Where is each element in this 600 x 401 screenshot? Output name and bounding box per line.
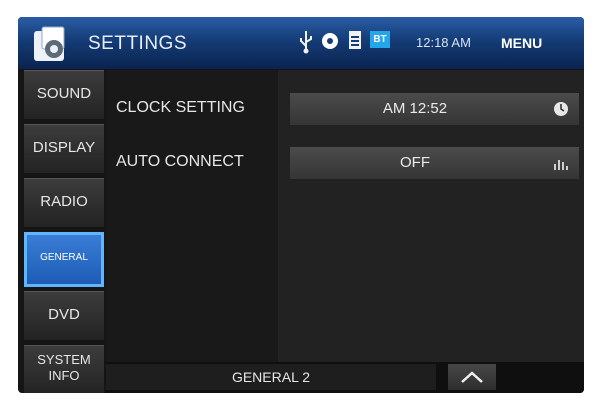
sidebar-item-label: SYSTEM — [37, 352, 91, 367]
page-footer: GENERAL 2 — [106, 362, 584, 393]
chevron-up-icon — [461, 371, 483, 383]
header-bar: SETTINGS BT 12:18 AM MENU — [18, 17, 584, 69]
sidebar-item-display[interactable]: DISPLAY — [24, 124, 104, 173]
settings-screen: SETTINGS BT 12:18 AM MENU SOUND DISPLAY … — [18, 17, 584, 393]
clock-display: 12:18 AM — [416, 35, 471, 50]
clock-setting-label: CLOCK SETTING — [116, 99, 245, 116]
sidebar-item-radio[interactable]: RADIO — [24, 178, 104, 227]
usb-icon — [300, 31, 312, 54]
clock-setting-field[interactable]: AM 12:52 — [290, 93, 579, 125]
sidebar-item-dvd[interactable]: DVD — [24, 291, 104, 340]
auto-connect-field[interactable]: OFF — [290, 147, 579, 179]
document-icon — [349, 31, 361, 49]
page-up-button[interactable] — [448, 364, 496, 390]
page-label: GENERAL 2 — [231, 369, 311, 385]
sidebar-item-label: GENERAL — [40, 252, 88, 263]
settings-sidebar: SOUND DISPLAY RADIO GENERAL DVD SYSTEM I… — [24, 70, 104, 393]
disc-icon — [322, 33, 338, 49]
sidebar-item-system-info[interactable]: SYSTEM INFO — [24, 345, 104, 393]
sidebar-item-label: INFO — [48, 368, 80, 383]
settings-content: CLOCK SETTING AM 12:52 AUTO CONNECT OFF — [106, 70, 584, 362]
equalizer-icon — [554, 160, 568, 170]
bluetooth-icon: BT — [370, 31, 390, 48]
clock-icon — [554, 102, 568, 116]
sidebar-item-label: RADIO — [40, 193, 88, 210]
page-label-box: GENERAL 2 — [106, 364, 436, 390]
sidebar-item-label: SOUND — [36, 85, 92, 102]
sidebar-item-general[interactable]: GENERAL — [24, 232, 104, 287]
page-title: SETTINGS — [88, 33, 188, 54]
settings-app-icon — [34, 26, 65, 61]
sidebar-item-label: DISPLAY — [32, 139, 96, 156]
clock-setting-value: AM 12:52 — [382, 100, 448, 117]
sidebar-item-sound[interactable]: SOUND — [24, 70, 104, 119]
auto-connect-label: AUTO CONNECT — [116, 153, 244, 170]
auto-connect-value: OFF — [400, 154, 430, 171]
sidebar-item-label: DVD — [48, 306, 80, 323]
menu-button[interactable]: MENU — [501, 35, 542, 51]
